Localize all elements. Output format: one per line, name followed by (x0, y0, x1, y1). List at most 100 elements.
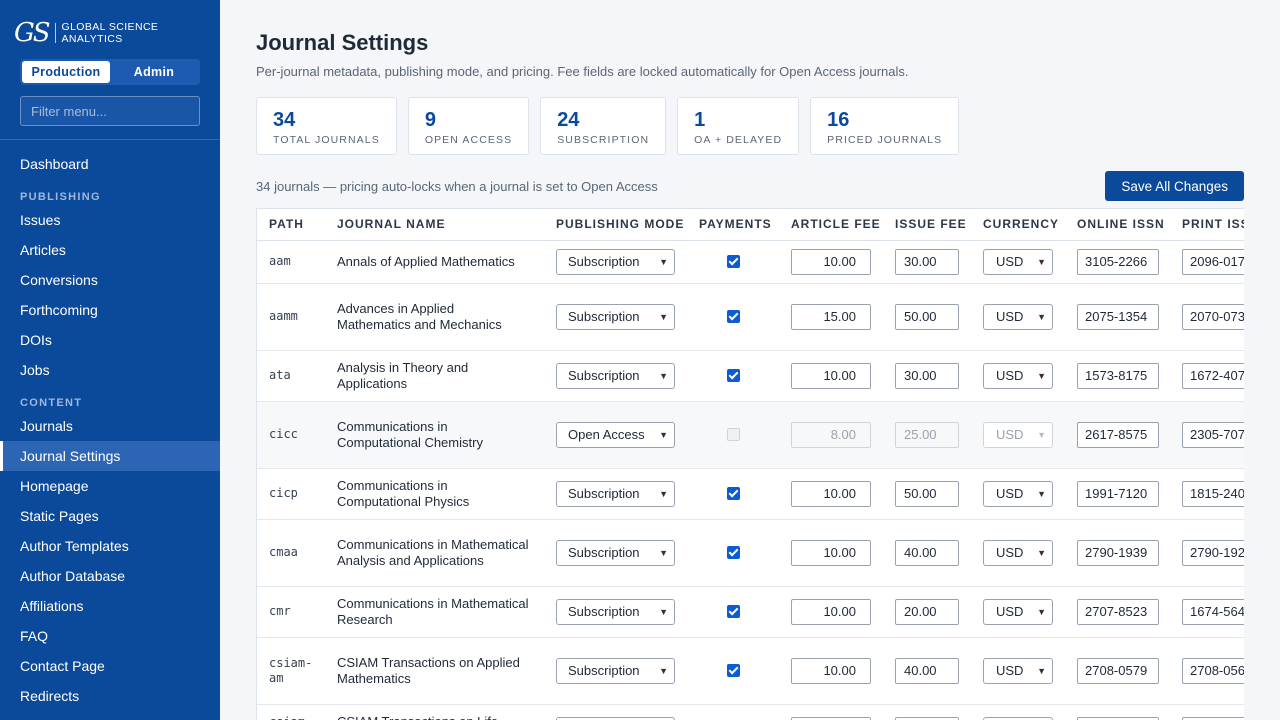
print-issn-input[interactable]: 2096-0174 (1182, 248, 1244, 275)
article-fee-cell: 10.00 (779, 468, 883, 520)
online-issn-input[interactable]: 1991-7120 (1077, 480, 1159, 507)
print-issn-input[interactable]: 2070-0733 (1182, 303, 1244, 330)
payments-checkbox[interactable] (727, 546, 740, 559)
chevron-down-icon: ▼ (1037, 370, 1046, 381)
sidebar-item-static-pages[interactable]: Static Pages (0, 501, 220, 531)
issue-fee-input[interactable]: 40.00 (895, 716, 959, 720)
article-fee-input[interactable]: 10.00 (791, 716, 871, 720)
sidebar-item-jobs[interactable]: Jobs (0, 355, 220, 385)
sidebar-item-redirects[interactable]: Redirects (0, 681, 220, 711)
env-production-button[interactable]: Production (22, 61, 110, 83)
column-header-journal-name: JOURNAL NAME (325, 209, 544, 241)
sidebar-item-homepage[interactable]: Homepage (0, 471, 220, 501)
sidebar-item-journals[interactable]: Journals (0, 411, 220, 441)
print-issn-input[interactable]: 2708-0560 (1182, 657, 1244, 684)
stat-card-oa-delayed: 1 OA + DELAYED (677, 97, 800, 155)
payments-checkbox[interactable] (727, 605, 740, 618)
payments-checkbox[interactable] (727, 255, 740, 268)
currency-select[interactable]: USD▼ (983, 480, 1053, 507)
print-issn-input[interactable]: 1815-2406 (1182, 480, 1244, 507)
sidebar-item-articles[interactable]: Articles (0, 235, 220, 265)
article-fee-input[interactable]: 10.00 (791, 657, 871, 684)
issue-fee-input[interactable]: 30.00 (895, 362, 959, 389)
issue-fee-input[interactable]: 50.00 (895, 480, 959, 507)
article-fee-input[interactable]: 10.00 (791, 248, 871, 275)
column-header-issue-fee: ISSUE FEE (883, 209, 971, 241)
article-fee-input[interactable]: 10.00 (791, 362, 871, 389)
sidebar-item-contact-page[interactable]: Contact Page (0, 651, 220, 681)
payments-checkbox[interactable] (727, 310, 740, 323)
column-header-online-issn: ONLINE ISSN (1065, 209, 1170, 241)
payments-checkbox[interactable] (727, 369, 740, 382)
sidebar-item-forthcoming[interactable]: Forthcoming (0, 295, 220, 325)
online-issn-input[interactable]: 3105-2266 (1077, 248, 1159, 275)
online-issn-input[interactable]: 2617-8575 (1077, 421, 1159, 448)
sidebar-item-issues[interactable]: Issues (0, 205, 220, 235)
publishing-mode-value: Open Access (568, 427, 645, 442)
currency-select[interactable]: USD▼ (983, 362, 1053, 389)
online-issn-input[interactable]: 2075-1354 (1077, 303, 1159, 330)
sidebar-item-dois[interactable]: DOIs (0, 325, 220, 355)
issue-fee-input[interactable]: 40.00 (895, 657, 959, 684)
article-fee-input[interactable]: 15.00 (791, 303, 871, 330)
payments-checkbox[interactable] (727, 487, 740, 500)
mode-cell: Subscription▼ (544, 704, 687, 720)
publishing-mode-select[interactable]: Subscription▼ (556, 480, 675, 507)
chevron-down-icon: ▼ (659, 311, 668, 322)
sidebar-item-author-templates[interactable]: Author Templates (0, 531, 220, 561)
online-issn-input[interactable]: 1573-8175 (1077, 362, 1159, 389)
article-fee-input[interactable]: 10.00 (791, 539, 871, 566)
payments-checkbox[interactable] (727, 664, 740, 677)
print-issn-input[interactable]: 2305-7076 (1182, 421, 1244, 448)
article-fee-input[interactable]: 10.00 (791, 598, 871, 625)
publishing-mode-select[interactable]: Subscription▼ (556, 362, 675, 389)
issue-fee-input[interactable]: 30.00 (895, 248, 959, 275)
env-admin-button[interactable]: Admin (110, 61, 198, 83)
issue-fee-input[interactable]: 20.00 (895, 598, 959, 625)
brand[interactable]: GS GLOBAL SCIENCE ANALYTICS (0, 0, 220, 48)
sidebar-item-journal-settings[interactable]: Journal Settings (0, 441, 220, 471)
online-issn-input[interactable]: 2790-1939 (1077, 539, 1159, 566)
sidebar-item-author-database[interactable]: Author Database (0, 561, 220, 591)
print-issn-input[interactable]: 3006-2713 (1182, 716, 1244, 720)
publishing-mode-select[interactable]: Subscription▼ (556, 248, 675, 275)
publishing-mode-select[interactable]: Subscription▼ (556, 539, 675, 566)
sidebar-item-conversions[interactable]: Conversions (0, 265, 220, 295)
currency-select[interactable]: USD▼ (983, 539, 1053, 566)
chevron-down-icon: ▼ (1037, 665, 1046, 676)
print-issn-input[interactable]: 1672-4070 (1182, 362, 1244, 389)
currency-select[interactable]: USD▼ (983, 657, 1053, 684)
journal-path: cicp (269, 486, 298, 500)
currency-select[interactable]: USD▼ (983, 598, 1053, 625)
sidebar-item-dashboard[interactable]: Dashboard (0, 149, 220, 179)
publishing-mode-select[interactable]: Open Access ▼ (556, 421, 675, 448)
stat-label: PRICED JOURNALS (827, 134, 943, 146)
sidebar-item-payments[interactable]: Payments (0, 711, 220, 720)
issue-fee-input[interactable]: 50.00 (895, 303, 959, 330)
issue-fee-input[interactable]: 40.00 (895, 539, 959, 566)
payments-cell (687, 637, 779, 705)
issue-fee-cell: 40.00 (883, 704, 971, 720)
publishing-mode-select[interactable]: Subscription▼ (556, 598, 675, 625)
currency-select[interactable]: USD▼ (983, 248, 1053, 275)
online-issn-input[interactable]: 2708-0579 (1077, 657, 1159, 684)
currency-value: USD (996, 486, 1024, 501)
save-all-changes-button[interactable]: Save All Changes (1105, 171, 1244, 201)
article-fee-input[interactable]: 10.00 (791, 480, 871, 507)
publishing-mode-select[interactable]: Subscription▼ (556, 303, 675, 330)
toolbar: 34 journals — pricing auto-locks when a … (256, 171, 1244, 201)
chevron-down-icon: ▼ (1037, 606, 1046, 617)
sidebar-item-affiliations[interactable]: Affiliations (0, 591, 220, 621)
online-issn-input[interactable]: 2707-8523 (1077, 598, 1159, 625)
online-issn-input[interactable]: 3006-2721 (1077, 716, 1159, 720)
print-issn-input[interactable]: 2790-1920 (1182, 539, 1244, 566)
currency-select[interactable]: USD▼ (983, 716, 1053, 720)
publishing-mode-select[interactable]: Subscription▼ (556, 716, 675, 720)
stat-value: 24 (557, 109, 580, 131)
print-issn-input[interactable]: 1674-5647 (1182, 598, 1244, 625)
article-fee-cell: 10.00 (779, 519, 883, 587)
publishing-mode-select[interactable]: Subscription▼ (556, 657, 675, 684)
filter-menu-input[interactable] (20, 96, 200, 126)
currency-select[interactable]: USD▼ (983, 303, 1053, 330)
sidebar-item-faq[interactable]: FAQ (0, 621, 220, 651)
